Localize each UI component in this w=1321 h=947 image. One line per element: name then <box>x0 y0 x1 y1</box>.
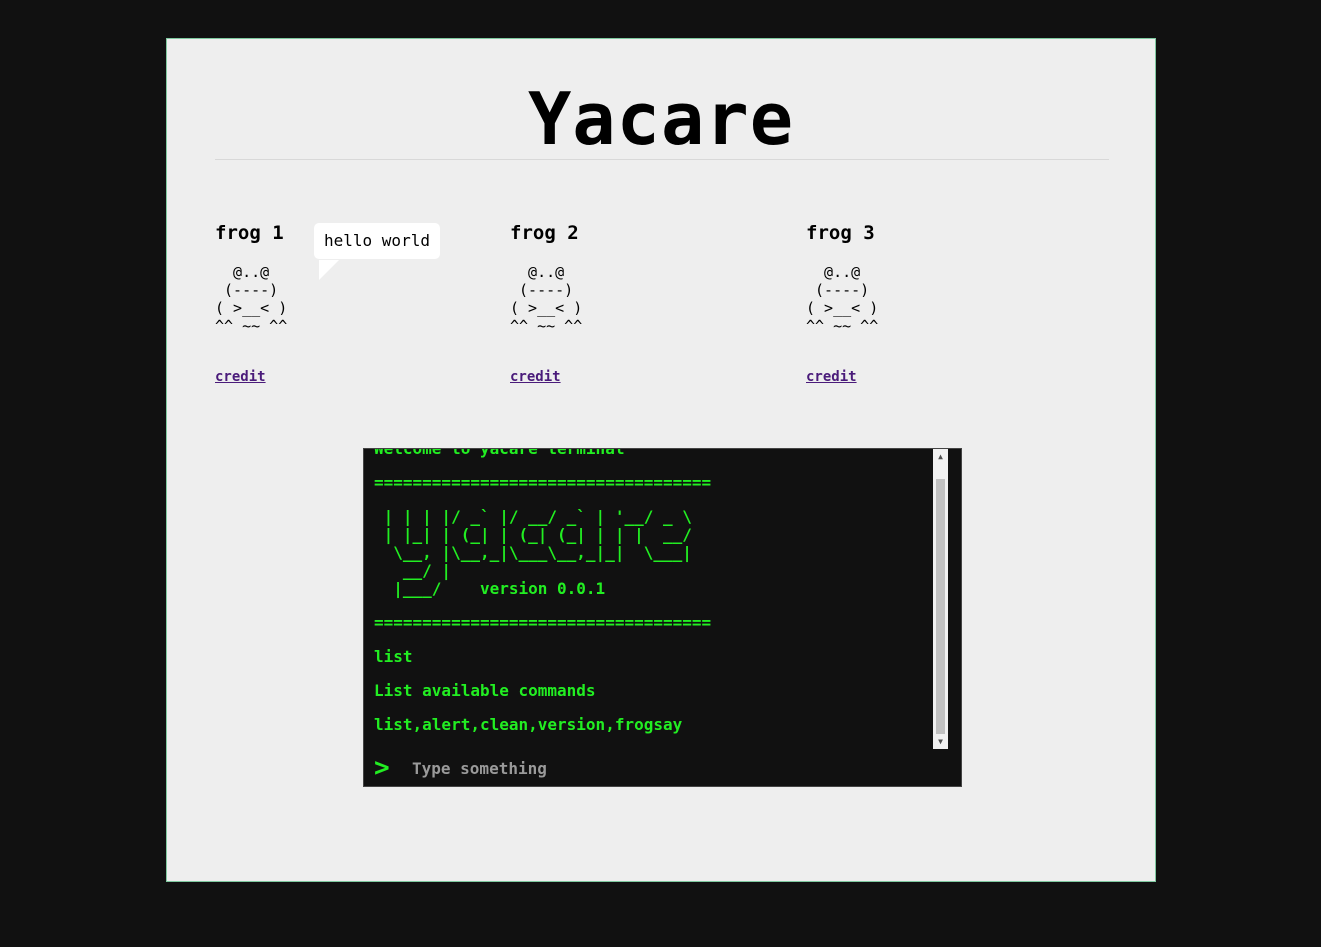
terminal-command-input[interactable] <box>412 756 912 780</box>
page-title: Yacare <box>527 77 795 161</box>
frog-card-3: frog 3 @..@ (----) ( >__< ) ^^ ~~ ^^ cre… <box>806 221 1086 385</box>
terminal-separator: =================================== <box>374 613 712 632</box>
terminal-window[interactable]: Welcome to yacare terminal =============… <box>363 448 962 787</box>
terminal-separator: =================================== <box>374 473 712 492</box>
speech-bubble: hello world <box>314 223 440 259</box>
terminal-history-line: List available commands <box>374 681 596 700</box>
scrollbar-thumb[interactable] <box>936 479 945 734</box>
frog-name: frog 3 <box>806 222 875 244</box>
terminal-history-line: list,alert,clean,version,frogsay <box>374 715 683 734</box>
scroll-up-arrow-icon[interactable]: ▲ <box>933 449 948 464</box>
frog-card-2: frog 2 @..@ (----) ( >__< ) ^^ ~~ ^^ cre… <box>510 221 790 385</box>
credit-link[interactable]: credit <box>215 369 266 385</box>
terminal-output[interactable]: Welcome to yacare terminal =============… <box>364 449 948 749</box>
prompt-chevron-icon: > <box>374 753 390 783</box>
terminal-prompt-row: > <box>364 749 963 786</box>
terminal-scrollbar[interactable]: ▲ ▼ <box>933 449 948 749</box>
scroll-down-arrow-icon[interactable]: ▼ <box>933 734 948 749</box>
speech-bubble-tail <box>319 260 339 280</box>
terminal-welcome-line: Welcome to yacare terminal <box>374 449 711 458</box>
terminal-ascii-logo: | | | |/ _` |/ __/ _` | '__/ _ \ | |_| |… <box>383 507 692 598</box>
credit-link[interactable]: credit <box>510 369 561 385</box>
frog-ascii-art: @..@ (----) ( >__< ) ^^ ~~ ^^ <box>806 263 879 335</box>
page-container: Yacare frog 1 @..@ (----) ( >__< ) ^^ ~~… <box>166 38 1156 882</box>
frog-ascii-art: @..@ (----) ( >__< ) ^^ ~~ ^^ <box>510 263 583 335</box>
title-divider <box>215 159 1109 160</box>
frog-ascii-art: @..@ (----) ( >__< ) ^^ ~~ ^^ <box>215 263 288 335</box>
frog-name: frog 2 <box>510 222 579 244</box>
terminal-history-line: list <box>374 647 413 666</box>
credit-link[interactable]: credit <box>806 369 857 385</box>
